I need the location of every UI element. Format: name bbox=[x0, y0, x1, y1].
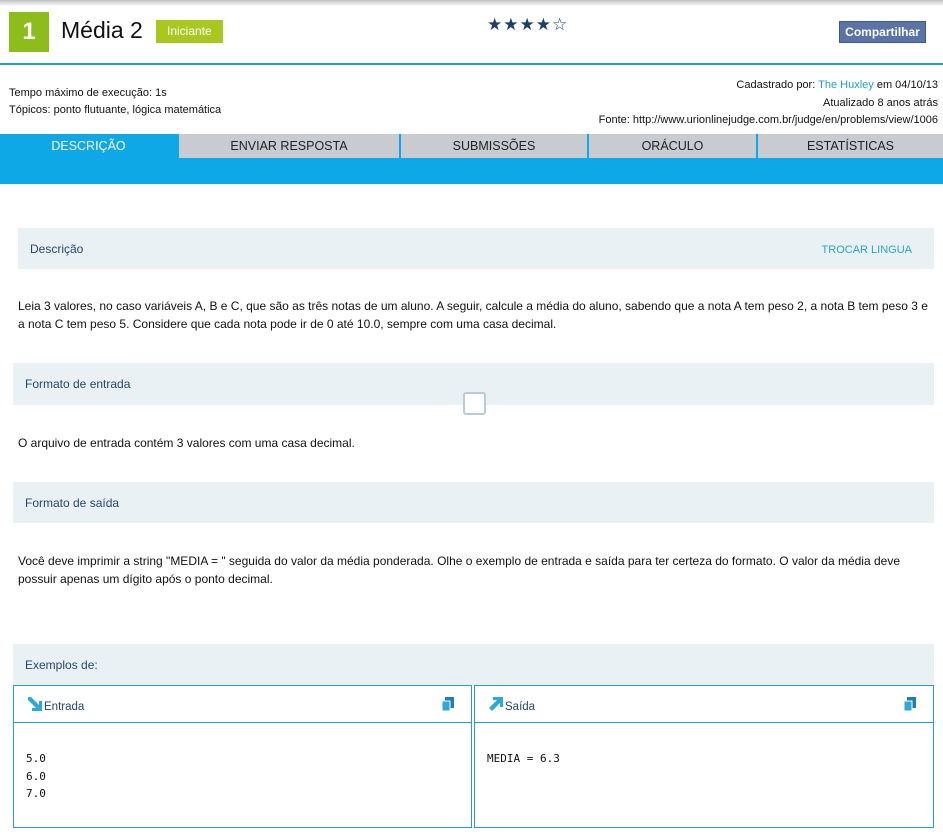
registered-prefix: Cadastrado por: bbox=[736, 79, 816, 91]
source-text: Fonte: http://www.urionlinejudge.com.br/… bbox=[598, 114, 938, 126]
problem-header: 1 Média 2 Iniciante ★★★★☆ Compartilhar bbox=[0, 0, 943, 64]
copy-icon[interactable] bbox=[439, 695, 457, 713]
example-input-content: 5.0 6.0 7.0 bbox=[26, 752, 46, 800]
author-link[interactable]: The Huxley bbox=[818, 79, 874, 91]
examples-section-header: Exemplos de: bbox=[13, 644, 934, 685]
swap-language-link[interactable]: TROCAR LINGUA bbox=[822, 244, 912, 256]
tab-estatisticas[interactable]: ESTATÍSTICAS bbox=[758, 134, 943, 158]
arrow-up-right-icon bbox=[489, 697, 503, 711]
tab-oraculo[interactable]: ORÁCULO bbox=[589, 134, 756, 158]
topics: Tópicos: ponto flutuante, lógica matemát… bbox=[9, 104, 222, 116]
tab-bar: DESCRIÇÃO ENVIAR RESPOSTA SUBMISSÕES ORÁ… bbox=[0, 134, 943, 184]
tab-submissoes[interactable]: SUBMISSÕES bbox=[401, 134, 587, 158]
example-output-content: MEDIA = 6.3 bbox=[487, 752, 560, 765]
checkbox[interactable] bbox=[463, 392, 486, 415]
problem-title: Média 2 bbox=[61, 17, 143, 43]
problem-meta-right: Cadastrado por: The Huxley em 04/10/13 A… bbox=[599, 77, 938, 130]
description-heading: Descrição bbox=[30, 241, 84, 256]
registered-date: em 04/10/13 bbox=[876, 79, 938, 91]
example-input-title: Entrada bbox=[44, 701, 85, 713]
example-output-header: Saída bbox=[475, 686, 933, 723]
example-output-box: Saída MEDIA = 6.3 bbox=[474, 685, 934, 828]
output-format-text: Você deve imprimir a string "MEDIA = " s… bbox=[18, 554, 901, 586]
input-format-text: O arquivo de entrada contém 3 valores co… bbox=[18, 436, 355, 450]
registered-line: Cadastrado por: The Huxley em 04/10/13 bbox=[599, 77, 938, 95]
header-divider bbox=[0, 63, 943, 65]
tab-enviar-resposta[interactable]: ENVIAR RESPOSTA bbox=[179, 134, 399, 158]
description-text: Leia 3 valores, no caso variáveis A, B e… bbox=[18, 299, 928, 331]
tab-descricao[interactable]: DESCRIÇÃO bbox=[0, 134, 177, 158]
level-badge: Iniciante bbox=[156, 20, 223, 43]
example-input-box: Entrada 5.0 6.0 7.0 bbox=[13, 685, 472, 828]
input-format-heading: Formato de entrada bbox=[25, 377, 131, 391]
updated-text: Atualizado 8 anos atrás bbox=[823, 96, 938, 109]
rating-stars[interactable]: ★★★★☆ bbox=[487, 15, 568, 35]
problem-number-badge: 1 bbox=[9, 12, 49, 52]
time-limit: Tempo máximo de execução: 1s bbox=[9, 87, 167, 99]
output-format-section-header: Formato de saída bbox=[13, 482, 934, 523]
description-section-header: Descrição TROCAR LINGUA bbox=[18, 228, 934, 269]
output-format-heading: Formato de saída bbox=[25, 495, 120, 510]
example-output-title: Saída bbox=[505, 701, 536, 713]
arrow-down-right-icon bbox=[28, 697, 42, 711]
problem-meta-left: Tempo máximo de execução: 1s Tópicos: po… bbox=[9, 85, 221, 119]
examples-heading: Exemplos de: bbox=[25, 657, 98, 672]
share-button[interactable]: Compartilhar bbox=[839, 21, 926, 43]
example-input-header: Entrada bbox=[14, 686, 471, 723]
copy-icon[interactable] bbox=[901, 695, 919, 713]
